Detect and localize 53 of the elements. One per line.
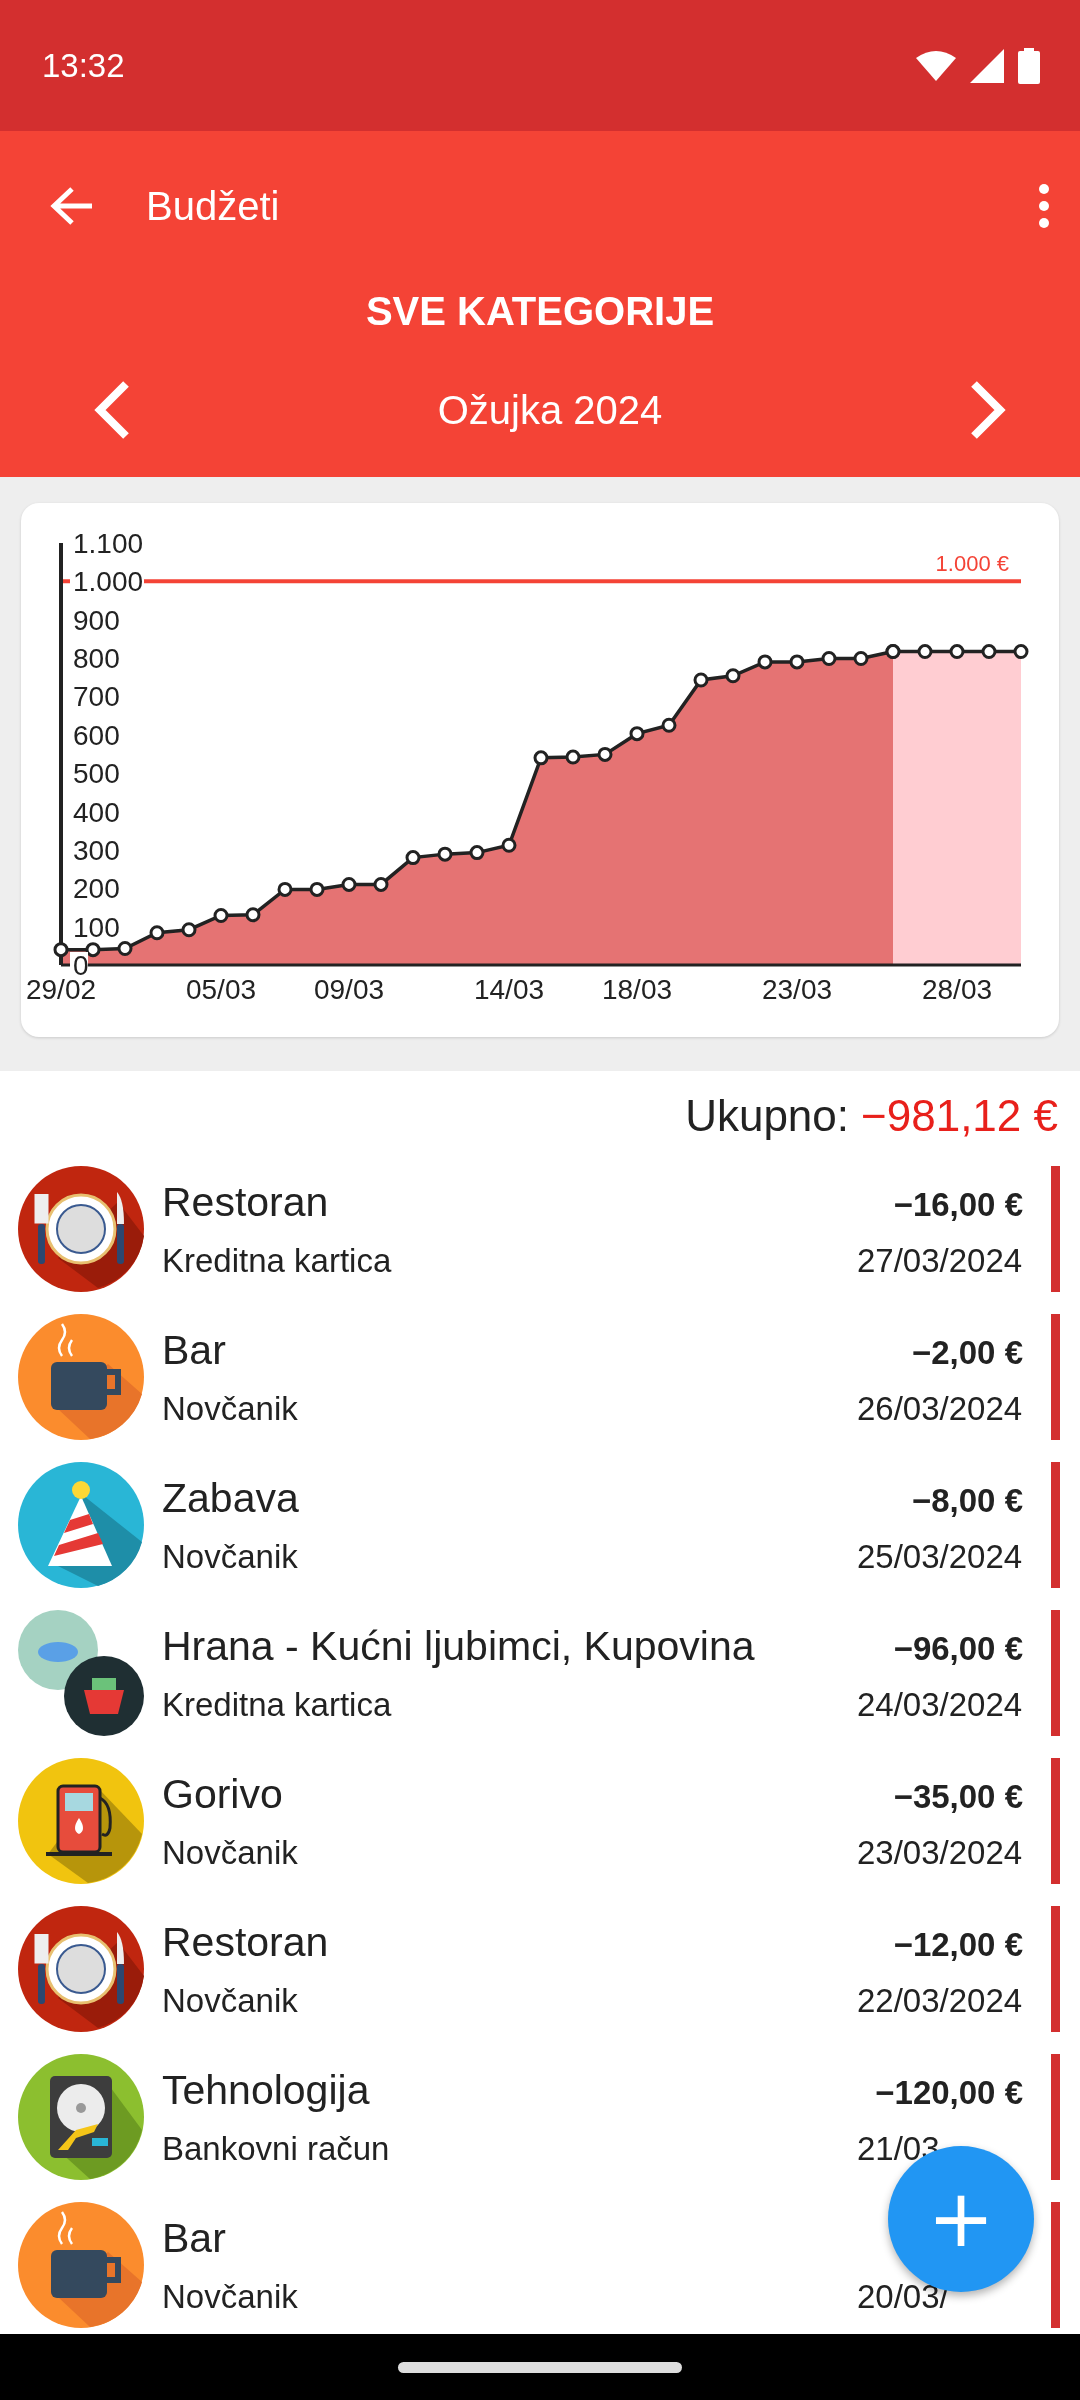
budget-limit-label: 1.000 € [935,551,1009,577]
transaction-date: 22/03/2024 [857,1981,1023,2019]
account-name: Kreditna kartica [162,1241,392,1280]
y-tick-label: 600 [73,719,120,751]
status-time: 13:32 [42,46,125,85]
x-tick-label: 28/03 [921,974,993,1005]
category-name: Bar [162,1326,226,1374]
x-tick-label: 09/03 [313,974,385,1005]
y-tick-label: 100 [73,911,120,943]
account-name: Novčanik [162,1389,298,1428]
y-tick-label: 700 [73,681,120,713]
x-tick-label: 14/03 [473,974,545,1005]
transaction-date: 24/03/2024 [857,1685,1023,1723]
transaction-date: 25/03/2024 [857,1537,1023,1575]
account-name: Novčanik [162,1981,298,2020]
category-name: Hrana - Kućni ljubimci, Kupovina [162,1622,755,1670]
category-name: Gorivo [162,1770,283,1818]
y-tick-label: 1.000 [73,566,144,598]
y-tick-label: 400 [73,796,120,828]
amount: −12,00 € [893,1925,1023,1964]
account-name: Novčanik [162,1833,298,1872]
amount: −2,00 € [911,1333,1023,1372]
account-name: Kreditna kartica [162,1685,392,1724]
month-label: Ožujka 2024 [437,387,663,433]
transaction-date: 26/03/2024 [857,1389,1023,1427]
amount: −16,00 € [893,1185,1023,1224]
y-tick-label: 200 [73,873,120,905]
category-name: Bar [162,2214,226,2262]
category-name: Tehnologija [162,2066,370,2114]
y-tick-label: 300 [73,834,120,866]
account-name: Novčanik [162,1537,298,1576]
amount: −8,00 € [911,1481,1023,1520]
category-name: Zabava [162,1474,299,1522]
total-label: Ukupno: [685,1091,850,1141]
transaction-date: 27/03/2024 [857,1241,1023,1279]
category-name: Restoran [162,1178,329,1226]
transaction-date: 23/03/2024 [857,1833,1023,1871]
amount: −96,00 € [893,1629,1023,1668]
screen-title: Budžeti [146,183,281,229]
y-tick-label: 500 [73,758,120,790]
y-tick-label: 900 [73,604,120,636]
x-tick-label: 05/03 [185,974,257,1005]
x-tick-label: 23/03 [761,974,833,1005]
y-tick-label: 1.100 [73,528,144,559]
total-value: −981,12 € [861,1091,1058,1141]
account-name: Novčanik [162,2277,298,2316]
amount: −35,00 € [893,1777,1023,1816]
amount: −120,00 € [875,2073,1023,2112]
x-tick-label: 18/03 [601,974,673,1005]
category-name: Restoran [162,1918,329,1966]
account-name: Bankovni račun [162,2129,390,2168]
y-tick-label: 800 [73,643,120,675]
y-tick-label: 0 [73,950,89,981]
